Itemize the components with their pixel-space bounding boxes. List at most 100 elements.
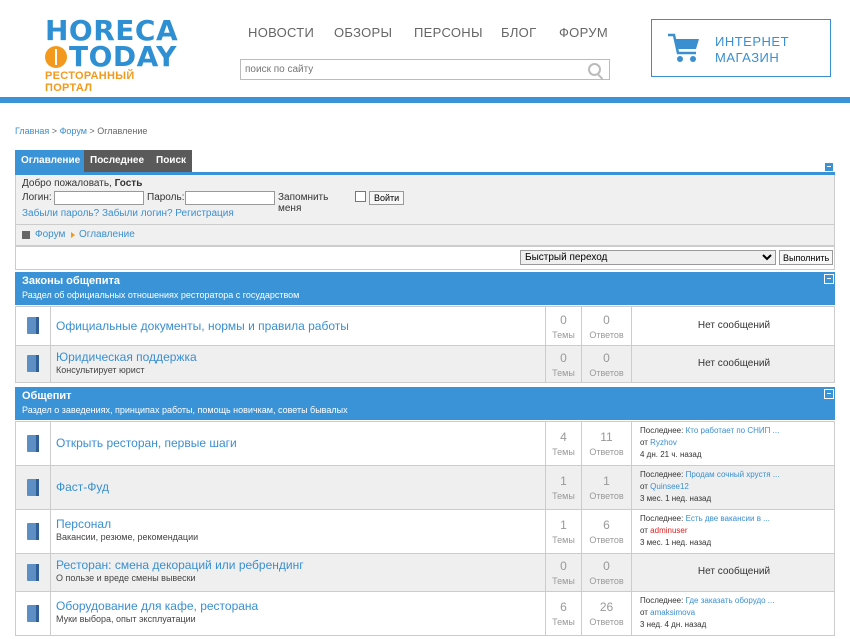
welcome-label: Добро пожаловать, — [22, 178, 112, 189]
fork-icon — [45, 46, 67, 68]
topics-cell: 1 Темы — [545, 466, 581, 509]
path-forum[interactable]: Форум — [35, 229, 65, 240]
forum-icon-cell — [16, 346, 51, 382]
replies-count: 11 — [600, 430, 613, 444]
quick-jump-button[interactable]: Выполнить — [779, 250, 834, 265]
password-field[interactable] — [185, 191, 275, 205]
last-post-cell: Нет сообщений — [631, 307, 836, 345]
password-label: Пароль: — [147, 192, 185, 203]
category-title[interactable]: Законы общепита — [22, 275, 120, 287]
arrow-right-icon — [71, 232, 75, 238]
last-post-by-label: от — [640, 608, 648, 617]
search-icon[interactable] — [588, 63, 601, 76]
last-post-time: 3 мес. 1 нед. назад — [640, 494, 712, 503]
topics-label: Темы — [552, 617, 575, 627]
forum-path: Форум Оглавление — [15, 225, 835, 246]
shop-label: ИНТЕРНЕТ МАГАЗИН — [715, 34, 789, 66]
site-header: HORECA TODAY РЕСТОРАННЫЙ ПОРТАЛ НОВОСТИ … — [0, 0, 850, 97]
replies-cell: 6 Ответов — [581, 510, 631, 553]
site-logo[interactable]: HORECA TODAY РЕСТОРАННЫЙ ПОРТАЛ — [45, 16, 180, 94]
category-title[interactable]: Общепит — [22, 390, 72, 402]
collapse-icon[interactable] — [824, 162, 834, 172]
forum-row: Юридическая поддержка Консультирует юрис… — [15, 345, 835, 383]
last-post-link[interactable]: Продам сочный хрустя ... — [686, 470, 780, 479]
topics-cell: 4 Темы — [545, 422, 581, 465]
forum-name[interactable]: Ресторан: смена декораций или ребрендинг — [56, 558, 304, 572]
forum-name[interactable]: Открыть ресторан, первые шаги — [56, 436, 237, 450]
forum-name[interactable]: Юридическая поддержка — [56, 350, 197, 364]
category-header: Общепит Раздел о заведениях, принципах р… — [15, 387, 835, 420]
quick-jump-select[interactable]: Быстрый переход — [520, 250, 776, 265]
last-post: Последнее: Где заказать оборудо ... от a… — [640, 595, 774, 631]
replies-cell: 26 Ответов — [581, 592, 631, 635]
shop-button[interactable]: ИНТЕРНЕТ МАГАЗИН — [651, 19, 831, 77]
last-post-link[interactable]: Кто работает по СНИП ... — [686, 426, 780, 435]
category-header: Законы общепита Раздел об официальных от… — [15, 272, 835, 305]
last-post-author[interactable]: adminuser — [650, 526, 687, 535]
nav-blog[interactable]: БЛОГ — [501, 25, 536, 40]
topics-count: 0 — [560, 559, 567, 573]
replies-count: 0 — [603, 351, 610, 365]
last-post-cell: Последнее: Где заказать оборудо ... от a… — [631, 592, 836, 635]
forum-row: Ресторан: смена декораций или ребрендинг… — [15, 553, 835, 592]
collapse-icon[interactable] — [824, 274, 834, 284]
replies-cell: 0 Ответов — [581, 346, 631, 382]
last-post-author[interactable]: Quinsee12 — [650, 482, 689, 491]
topics-cell: 1 Темы — [545, 510, 581, 553]
collapse-icon[interactable] — [824, 389, 834, 399]
remember-checkbox[interactable] — [355, 191, 366, 202]
topics-label: Темы — [552, 368, 575, 378]
last-post: Последнее: Есть две вакансии в ... от ad… — [640, 513, 770, 549]
logo-tagline: РЕСТОРАННЫЙ ПОРТАЛ — [45, 70, 135, 94]
tab-search[interactable]: Поиск — [150, 150, 193, 172]
last-post-by-label: от — [640, 526, 648, 535]
topics-label: Темы — [552, 447, 575, 457]
replies-cell: 1 Ответов — [581, 466, 631, 509]
no-posts: Нет сообщений — [697, 566, 771, 577]
nav-persons[interactable]: ПЕРСОНЫ — [414, 25, 483, 40]
last-post-cell: Нет сообщений — [631, 554, 836, 591]
category-desc: Раздел о заведениях, принципах работы, п… — [22, 405, 348, 415]
nav-reviews[interactable]: ОБЗОРЫ — [334, 25, 392, 40]
login-field[interactable] — [54, 191, 144, 205]
quick-jump-bar: Быстрый переход Выполнить — [15, 246, 835, 270]
account-links[interactable]: Забыли пароль? Забыли логин? Регистрация — [22, 208, 234, 219]
forum-name[interactable]: Официальные документы, нормы и правила р… — [56, 319, 349, 333]
topics-count: 0 — [560, 351, 567, 365]
forum-name[interactable]: Фаст-Фуд — [56, 480, 109, 494]
search-input[interactable] — [245, 62, 575, 76]
breadcrumb-forum[interactable]: Форум — [60, 126, 87, 136]
last-post: Последнее: Кто работает по СНИП ... от R… — [640, 425, 779, 461]
shop-label-line-1: ИНТЕРНЕТ — [715, 34, 790, 49]
last-post-link[interactable]: Где заказать оборудо ... — [686, 596, 775, 605]
breadcrumb-sep: > — [89, 126, 95, 136]
nav-forum[interactable]: ФОРУМ — [559, 25, 608, 40]
topics-label: Темы — [552, 576, 575, 586]
tab-latest[interactable]: Последнее — [84, 150, 151, 172]
last-post-link[interactable]: Есть две вакансии в ... — [686, 514, 770, 523]
forum-name[interactable]: Оборудование для кафе, ресторана — [56, 599, 258, 613]
replies-label: Ответов — [589, 617, 624, 627]
replies-label: Ответов — [589, 491, 624, 501]
welcome-guest: Гость — [114, 178, 143, 189]
forum-icon-cell — [16, 554, 51, 591]
no-posts: Нет сообщений — [697, 320, 771, 331]
forum-name[interactable]: Персонал — [56, 517, 111, 531]
breadcrumb-home[interactable]: Главная — [15, 126, 49, 136]
last-post-author[interactable]: Ryzhov — [650, 438, 677, 447]
path-current[interactable]: Оглавление — [79, 229, 135, 240]
book-icon — [27, 355, 39, 372]
topics-label: Темы — [552, 491, 575, 501]
nav-news[interactable]: НОВОСТИ — [248, 25, 314, 40]
last-post-by-label: от — [640, 482, 648, 491]
last-post-author[interactable]: amaksimova — [650, 608, 695, 617]
last-post-cell: Нет сообщений — [631, 346, 836, 382]
last-post-time: 4 дн. 21 ч. назад — [640, 450, 702, 459]
last-post: Последнее: Продам сочный хрустя ... от Q… — [640, 469, 779, 505]
last-post-prefix: Последнее: — [640, 596, 684, 605]
login-button[interactable]: Войти — [369, 191, 405, 205]
topics-count: 1 — [560, 474, 567, 488]
replies-count: 0 — [603, 559, 610, 573]
tab-index[interactable]: Оглавление — [15, 150, 87, 172]
topics-count: 4 — [560, 430, 567, 444]
